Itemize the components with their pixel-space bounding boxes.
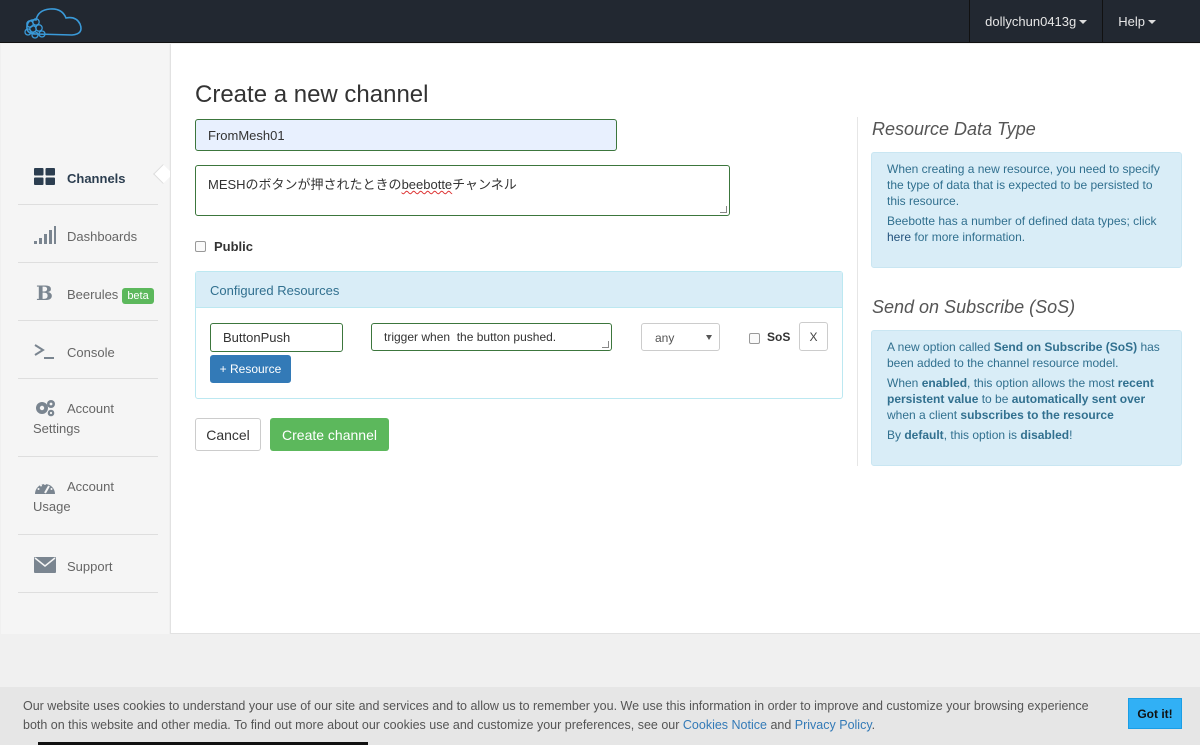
resource-type-value: any — [655, 331, 675, 345]
info-text: When enabled, this option allows the mos… — [887, 376, 1154, 422]
main-content: Create a new channel FromMesh01 MESHのボタン… — [170, 44, 1200, 634]
create-channel-button[interactable]: Create channel — [270, 418, 389, 451]
sidebar-item-account-usage[interactable]: Account Usage — [18, 457, 158, 535]
sidebar-item-channels[interactable]: Channels — [18, 147, 173, 205]
help-menu-label: Help — [1118, 14, 1145, 29]
sidebar-item-label: Account Settings — [33, 401, 114, 436]
data-types-link[interactable]: here — [887, 230, 911, 244]
b-icon: B — [36, 282, 53, 302]
sidebar-nav: Channels Dashboards B Beerules beta Cons… — [18, 147, 173, 593]
resource-name-input[interactable]: ButtonPush — [210, 323, 343, 352]
sos-heading: Send on Subscribe (SoS) — [872, 297, 1076, 317]
misspelled-word: beebotte — [401, 177, 453, 192]
info-text: A new option called Send on Subscribe (S… — [887, 340, 1160, 370]
caret-down-icon — [1148, 19, 1156, 24]
column-divider — [857, 117, 858, 466]
sidebar: Channels Dashboards B Beerules beta Cons… — [1, 44, 173, 634]
public-label[interactable]: Public — [214, 239, 253, 254]
sidebar-item-label: Channels — [67, 171, 126, 186]
configured-resources-panel: Configured Resources ButtonPush trigger … — [195, 271, 843, 399]
resource-description-input[interactable]: trigger when the button pushed. — [371, 323, 612, 351]
caret-down-icon — [1079, 19, 1088, 24]
sidebar-item-beerules[interactable]: B Beerules beta — [18, 263, 158, 321]
cookie-text: Our website uses cookies to understand y… — [23, 699, 1089, 732]
cookie-banner: Our website uses cookies to understand y… — [0, 687, 1200, 745]
add-resource-button[interactable]: + Resource — [210, 355, 291, 383]
public-checkbox[interactable] — [195, 241, 206, 252]
channel-description-textarea[interactable]: MESHのボタンが押されたときのbeebotteチャンネル — [195, 165, 730, 216]
remove-resource-button[interactable]: X — [799, 322, 828, 351]
sidebar-item-label: Support — [67, 559, 113, 574]
sidebar-item-support[interactable]: Support — [18, 535, 158, 593]
panel-heading: Configured Resources — [196, 272, 842, 308]
resize-handle-icon[interactable] — [602, 341, 609, 348]
envelope-icon — [34, 557, 56, 573]
user-menu[interactable]: dollychun0413g — [969, 0, 1102, 43]
user-menu-label: dollychun0413g — [985, 14, 1077, 29]
beta-badge: beta — [122, 288, 154, 304]
cookie-accept-button[interactable]: Got it! — [1128, 698, 1182, 729]
info-text: Beebotte has a number of defined data ty… — [887, 214, 1157, 244]
cancel-button[interactable]: Cancel — [195, 418, 261, 451]
info-text: By default, this option is disabled! — [887, 428, 1073, 442]
resize-handle-icon[interactable] — [720, 206, 727, 213]
info-text: When creating a new resource, you need t… — [887, 162, 1160, 208]
sos-info: A new option called Send on Subscribe (S… — [871, 330, 1182, 466]
sos-checkbox[interactable] — [749, 333, 760, 344]
channel-description-value: MESHのボタンが押されたときのbeebotteチャンネル — [208, 177, 517, 192]
sidebar-item-account-settings[interactable]: Account Settings — [18, 379, 158, 457]
channel-name-input[interactable]: FromMesh01 — [195, 119, 617, 151]
privacy-policy-link[interactable]: Privacy Policy — [795, 718, 872, 732]
resource-type-select[interactable]: any — [641, 323, 720, 351]
help-menu[interactable]: Help — [1102, 0, 1200, 43]
cookies-notice-link[interactable]: Cookies Notice — [683, 718, 767, 732]
dropdown-arrow-icon — [706, 335, 712, 340]
resource-data-type-heading: Resource Data Type — [872, 119, 1036, 139]
sidebar-item-label: Beerules — [67, 287, 119, 302]
sidebar-item-dashboards[interactable]: Dashboards — [18, 205, 158, 263]
resource-data-type-info: When creating a new resource, you need t… — [871, 152, 1182, 268]
sidebar-item-label: Account Usage — [33, 479, 114, 514]
terminal-icon — [34, 344, 54, 359]
channel-name-value: FromMesh01 — [208, 127, 285, 143]
sidebar-item-label: Console — [67, 345, 115, 360]
resource-description-value: trigger when the button pushed. — [384, 330, 557, 344]
grid-icon — [34, 168, 55, 185]
svg-text:B: B — [36, 282, 53, 302]
beebotte-cloud-logo-icon[interactable] — [22, 4, 88, 40]
resource-name-value: ButtonPush — [223, 330, 291, 345]
top-navbar: dollychun0413g Help — [0, 0, 1200, 43]
page-title: Create a new channel — [195, 81, 429, 108]
sos-label[interactable]: SoS — [767, 330, 790, 344]
sidebar-item-label: Dashboards — [67, 229, 138, 244]
signal-bars-icon — [34, 226, 56, 244]
sidebar-item-console[interactable]: Console — [18, 321, 158, 379]
